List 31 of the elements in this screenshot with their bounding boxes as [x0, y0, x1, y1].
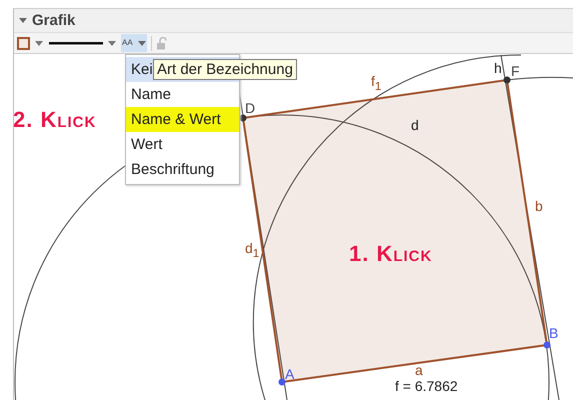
color-button[interactable] — [16, 34, 44, 52]
object-label: a — [415, 362, 423, 378]
label-style-button[interactable]: AA — [121, 34, 147, 52]
object-label: d$_{1}$ — [245, 240, 260, 262]
menu-item[interactable]: Beschriftung — [126, 157, 239, 182]
menu-item[interactable]: Name — [126, 82, 239, 107]
point[interactable] — [504, 76, 510, 84]
point[interactable] — [278, 378, 286, 386]
point-label: D — [245, 100, 256, 116]
point[interactable] — [544, 342, 550, 348]
menu-item[interactable]: Name & Wert — [126, 107, 239, 132]
caret-icon — [108, 40, 116, 46]
point[interactable] — [240, 114, 246, 122]
point-label: A — [285, 366, 294, 382]
object-label: f$_{1}$ — [371, 73, 382, 95]
collapse-triangle-icon[interactable] — [19, 18, 27, 24]
line-style-icon — [49, 42, 103, 44]
point-label: F — [511, 63, 520, 79]
color-swatch-icon — [17, 36, 30, 50]
point-label: B — [549, 325, 558, 341]
caret-icon — [35, 40, 43, 46]
object-label: h — [494, 60, 502, 76]
caret-icon — [138, 40, 146, 46]
panel-title: Grafik — [32, 12, 76, 29]
object-label: b — [535, 198, 543, 214]
menu-item[interactable]: Wert — [126, 132, 239, 157]
tooltip: Art der Bezeichnung — [153, 59, 297, 80]
object-label: d — [411, 117, 419, 133]
annotation-text: 2. Klick — [14, 108, 96, 132]
value-label: f = 6.7862 — [395, 378, 458, 394]
annotation-text: 1. Klick — [349, 242, 432, 266]
